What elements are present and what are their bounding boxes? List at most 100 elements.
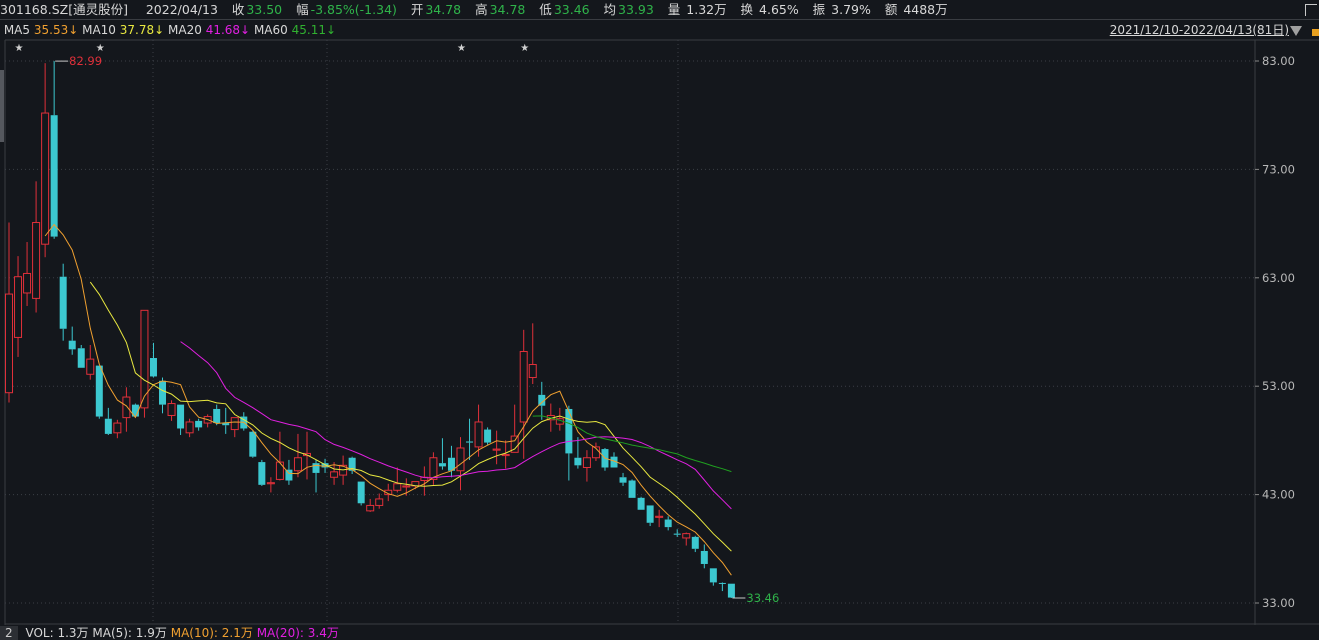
candle [95, 365, 103, 419]
y-tick-label: 33.00 [1262, 596, 1295, 610]
candle-body [375, 498, 384, 506]
candle [582, 450, 591, 482]
min-price-label: 33.46 [746, 591, 779, 605]
candle-body [50, 115, 58, 237]
candle [159, 377, 167, 414]
candle-body [77, 348, 85, 368]
candle [249, 430, 257, 458]
candle-body [466, 441, 474, 443]
y-tick-label: 63.00 [1262, 271, 1295, 285]
candle [501, 440, 510, 469]
candle-body [574, 457, 582, 466]
candle-body [565, 408, 573, 454]
candle [312, 459, 320, 493]
candle-body [177, 404, 185, 429]
vol-ma5: MA(5): 1.9万 [92, 626, 167, 640]
candle-body [682, 533, 691, 539]
candle [528, 323, 537, 385]
candle-body [655, 515, 664, 518]
candle [637, 496, 645, 510]
panel-index[interactable]: 2 [0, 626, 18, 640]
y-tick-label: 83.00 [1262, 54, 1295, 68]
candle-body [23, 272, 32, 294]
candle-body [673, 533, 681, 535]
candle-body [14, 276, 23, 338]
max-price-label: 82.99 [69, 54, 102, 68]
candle [222, 407, 230, 434]
event-star-icon: ★ [520, 43, 529, 54]
candle [718, 582, 726, 592]
candle [77, 345, 85, 368]
candle [727, 583, 735, 599]
candle [285, 459, 293, 485]
candle-body [646, 505, 654, 523]
candle [113, 419, 122, 439]
candle-body [86, 358, 95, 375]
candle-body [293, 457, 302, 472]
candle-body [275, 461, 284, 480]
candle-body [519, 351, 528, 423]
candle-body [95, 365, 103, 417]
candle-body [619, 477, 627, 483]
candle-body [438, 463, 446, 467]
candle-body [582, 457, 591, 468]
candle-body [492, 448, 501, 451]
candle-body [104, 418, 112, 434]
candle [86, 345, 95, 380]
candle [366, 498, 375, 512]
candle-body [628, 480, 636, 498]
candle-body [402, 485, 411, 488]
ma10-line [89, 281, 732, 552]
candle [59, 263, 67, 341]
candle [664, 516, 672, 531]
candle [5, 222, 13, 403]
candle-body [700, 550, 708, 564]
candle [14, 256, 23, 357]
candle [50, 61, 58, 239]
candle [673, 529, 681, 537]
candle-body [330, 471, 339, 478]
candle [293, 433, 302, 478]
candle [302, 431, 311, 480]
candle [429, 452, 438, 485]
candle [510, 404, 519, 453]
candle-body [122, 396, 131, 419]
candle [23, 242, 32, 306]
candle-body [727, 583, 735, 598]
candle-body [664, 519, 672, 528]
candle-body [393, 483, 402, 491]
candle [266, 477, 275, 493]
candle [275, 431, 284, 481]
candle [646, 505, 654, 527]
candle [655, 509, 664, 528]
candle-body [528, 364, 537, 379]
y-tick-label: 53.00 [1262, 379, 1295, 393]
candle [574, 437, 582, 469]
candle [438, 438, 446, 470]
candle-body [249, 431, 257, 457]
candle [68, 326, 76, 355]
candle-body [195, 420, 203, 428]
y-tick-label: 73.00 [1262, 162, 1295, 176]
vol-ma10: MA(10): 2.1万 [170, 626, 253, 640]
event-star-icon: ★ [15, 43, 24, 54]
candle-body [501, 453, 510, 457]
event-star-icon: ★ [96, 43, 105, 54]
candle [691, 535, 699, 553]
candle-body [718, 582, 726, 584]
candle [185, 418, 194, 438]
scrollbar[interactable] [0, 70, 4, 142]
candle-body [149, 358, 157, 377]
candle-body [637, 497, 645, 510]
candle-body [32, 222, 41, 299]
candle-body [258, 462, 266, 485]
candle-body [159, 380, 167, 405]
candle [700, 544, 708, 569]
candle [393, 467, 402, 493]
candle-body [357, 481, 365, 504]
candle-body [5, 293, 13, 394]
candle-body [213, 408, 221, 424]
candle-body [68, 340, 76, 350]
candle [466, 418, 474, 460]
candle-body [484, 429, 492, 443]
